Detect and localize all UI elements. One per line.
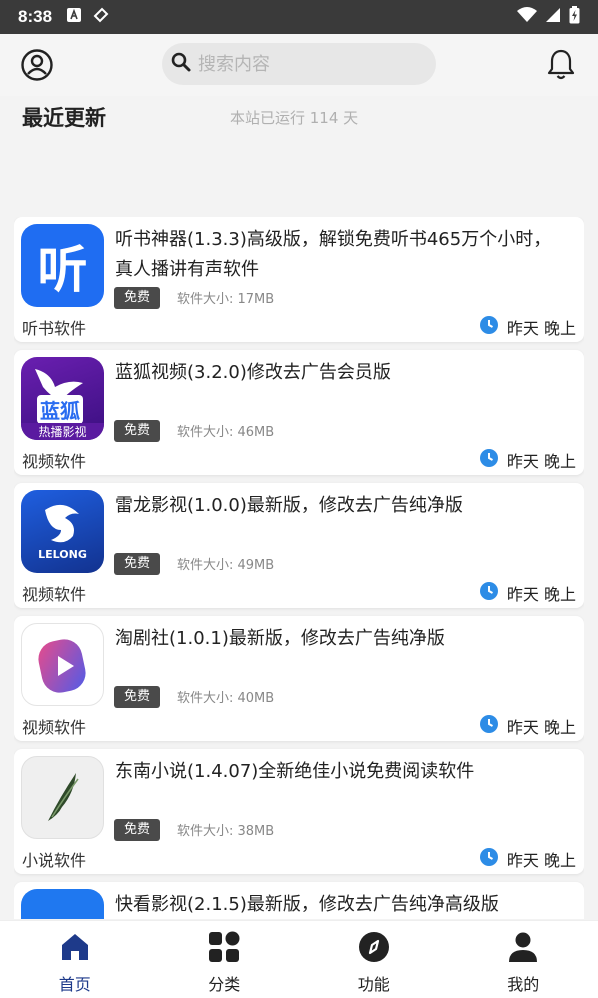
- search-box[interactable]: [162, 43, 436, 85]
- tingshu-app-icon: 听: [21, 224, 104, 307]
- item-title: 东南小说(1.4.07)全新绝佳小说免费阅读软件: [115, 761, 475, 782]
- app-header: [0, 34, 598, 96]
- nav-label: 功能: [357, 975, 390, 994]
- update-time: 昨天 晚上: [506, 718, 576, 737]
- taojushe-app-icon: [21, 623, 104, 706]
- dongnan-app-icon: [21, 756, 104, 839]
- update-time: 昨天 晚上: [506, 585, 576, 604]
- leilong-app-icon: LELONG: [21, 490, 104, 573]
- nav-home[interactable]: 首页: [0, 921, 150, 998]
- nav-label: 首页: [58, 975, 91, 994]
- size-label: 软件大小: 38MB: [177, 824, 275, 839]
- size-label: 软件大小: 46MB: [177, 425, 275, 440]
- item-title: 快看影视(2.1.5)最新版，修改去广告纯净高级版: [115, 894, 499, 915]
- free-badge: 免费: [114, 287, 161, 309]
- clock-icon: [479, 714, 499, 738]
- nav-label: 分类: [208, 975, 241, 994]
- free-badge: 免费: [114, 686, 161, 708]
- update-time: 昨天 晚上: [506, 319, 576, 338]
- category-label: 视频软件: [22, 585, 87, 604]
- list-item[interactable]: LELONG 雷龙影视(1.0.0)最新版，修改去广告纯净版 免费 软件大小: …: [14, 483, 584, 608]
- list-item[interactable]: 快看 快看影视(2.1.5)最新版，修改去广告纯净高级版: [14, 882, 584, 919]
- section-title: 最近更新: [22, 106, 106, 130]
- battery-icon: [569, 6, 580, 28]
- list-item[interactable]: 东南小说(1.4.07)全新绝佳小说免费阅读软件 免费 软件大小: 38MB 小…: [14, 749, 584, 874]
- notification-a-icon: [66, 7, 82, 27]
- clock-icon: [479, 581, 499, 605]
- profile-icon[interactable]: [20, 48, 54, 82]
- category-label: 视频软件: [22, 718, 87, 737]
- free-badge: 免费: [114, 819, 161, 841]
- item-title: 淘剧社(1.0.1)最新版，修改去广告纯净版: [115, 628, 445, 649]
- compass-icon: [358, 931, 390, 967]
- nav-features[interactable]: 功能: [299, 921, 449, 998]
- home-icon: [59, 931, 91, 967]
- app-list: 听 听书神器(1.3.3)高级版，解锁免费听书465万个小时，真人播讲有声软件 …: [14, 217, 584, 919]
- lanhu-app-icon: 蓝狐 热播影视: [21, 357, 104, 440]
- category-label: 听书软件: [22, 319, 87, 338]
- clock-icon: [479, 448, 499, 472]
- size-label: 软件大小: 40MB: [177, 691, 275, 706]
- status-time: 8:38: [18, 7, 53, 26]
- clock-icon: [479, 315, 499, 339]
- free-badge: 免费: [114, 420, 161, 442]
- update-time: 昨天 晚上: [506, 452, 576, 471]
- grid-icon: [208, 931, 240, 967]
- list-item[interactable]: 听 听书神器(1.3.3)高级版，解锁免费听书465万个小时，真人播讲有声软件 …: [14, 217, 584, 342]
- wifi-icon: [517, 7, 537, 27]
- nav-category[interactable]: 分类: [150, 921, 300, 998]
- item-title: 听书神器(1.3.3)高级版，解锁免费听书465万个小时，真人播讲有声软件: [115, 229, 552, 280]
- bell-icon[interactable]: [546, 48, 576, 82]
- list-item[interactable]: 蓝狐 热播影视 蓝狐视频(3.2.0)修改去广告会员版 免费 软件大小: 46M…: [14, 350, 584, 475]
- kuaikan-app-icon: 快看: [21, 889, 104, 919]
- size-label: 软件大小: 49MB: [177, 558, 275, 573]
- person-icon: [507, 931, 539, 967]
- item-title: 雷龙影视(1.0.0)最新版，修改去广告纯净版: [115, 495, 463, 516]
- uptime-text: 本站已运行 114 天: [230, 109, 359, 127]
- signal-icon: [545, 7, 561, 27]
- size-label: 软件大小: 17MB: [177, 292, 275, 307]
- tag-icon: [92, 6, 110, 28]
- category-label: 小说软件: [22, 851, 87, 870]
- nav-profile[interactable]: 我的: [449, 921, 598, 998]
- bottom-nav: 首页 分类 功能 我的: [0, 920, 598, 998]
- update-time: 昨天 晚上: [506, 851, 576, 870]
- free-badge: 免费: [114, 553, 161, 575]
- status-bar: 8:38: [0, 0, 598, 34]
- category-label: 视频软件: [22, 452, 87, 471]
- search-icon: [170, 51, 192, 77]
- nav-label: 我的: [507, 975, 540, 994]
- clock-icon: [479, 847, 499, 871]
- item-title: 蓝狐视频(3.2.0)修改去广告会员版: [115, 362, 391, 383]
- search-input[interactable]: [198, 53, 418, 75]
- list-item[interactable]: 淘剧社(1.0.1)最新版，修改去广告纯净版 免费 软件大小: 40MB 视频软…: [14, 616, 584, 741]
